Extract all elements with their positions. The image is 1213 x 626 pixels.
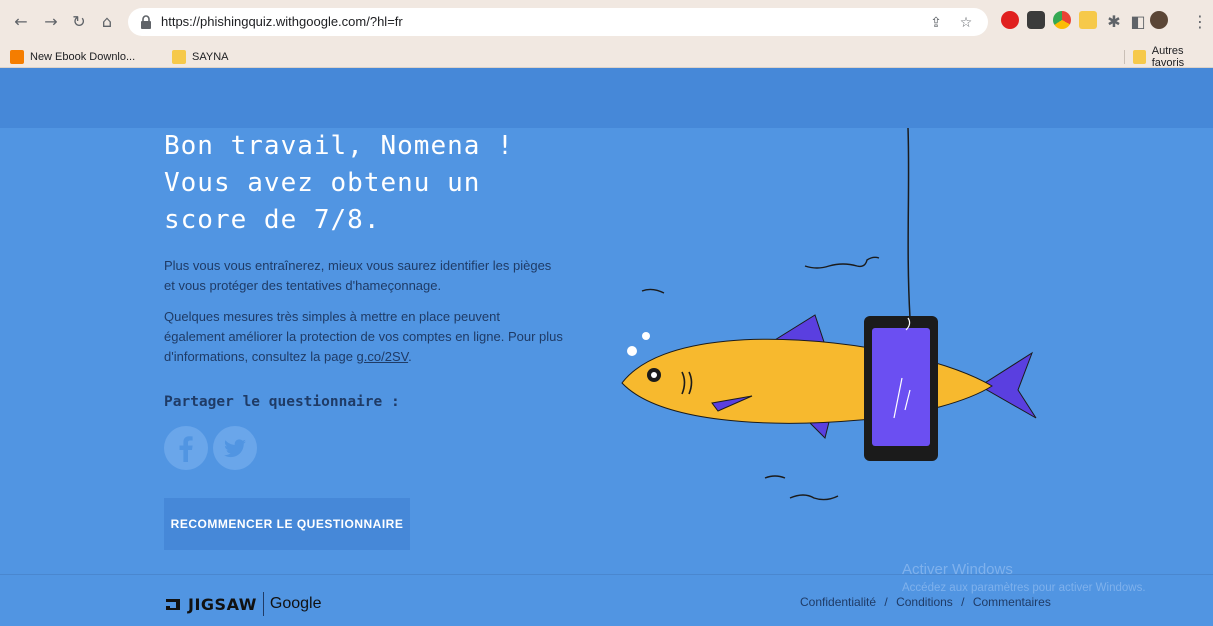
bubble <box>642 332 650 340</box>
logo-separator <box>262 592 264 616</box>
phone-screen <box>872 328 930 446</box>
bookmarks-divider <box>1124 50 1125 64</box>
fish-phone-illustration <box>621 128 1037 501</box>
windows-activation-subtitle: Accédez aux paramètres pour activer Wind… <box>902 582 1146 594</box>
star-icon[interactable]: ☆ <box>958 15 974 31</box>
blogger-icon <box>10 50 24 64</box>
security-paragraph: Quelques mesures très simples à mettre e… <box>164 309 563 364</box>
forward-icon[interactable]: → <box>40 10 62 32</box>
extension-icon[interactable]: ✱ <box>1103 10 1125 32</box>
jigsaw-logo[interactable]: JIGSAW <box>188 595 257 614</box>
page-header-band <box>0 68 1213 128</box>
lock-icon[interactable] <box>140 15 152 29</box>
google-logo[interactable]: Google <box>270 595 322 613</box>
back-icon[interactable]: ← <box>10 10 32 32</box>
windows-activation-title: Activer Windows <box>902 561 1013 578</box>
home-icon[interactable]: ⌂ <box>96 10 118 32</box>
twitter-share-button[interactable] <box>213 426 257 470</box>
url-text[interactable]: https://phishingquiz.withgoogle.com/?hl=… <box>161 14 403 29</box>
bookmark-ebook[interactable]: New Ebook Downlo... <box>10 49 135 65</box>
footer-logos: JIGSAW Google <box>164 592 321 616</box>
folder-icon <box>1133 50 1146 64</box>
profile-avatar[interactable] <box>1150 11 1168 29</box>
menu-icon[interactable]: ⋮ <box>1192 10 1208 32</box>
fish-eye-highlight <box>651 372 657 378</box>
2sv-link[interactable]: g.co/2SV <box>357 349 409 364</box>
facebook-icon <box>179 436 193 462</box>
reload-icon[interactable]: ↻ <box>68 10 90 32</box>
bookmarks-bar: New Ebook Downlo... SAYNA Autres favoris <box>0 45 1213 69</box>
opera-extension-icon[interactable] <box>1001 11 1019 29</box>
result-headline: Bon travail, Nomena ! Vous avez obtenu u… <box>164 131 514 235</box>
twitter-icon <box>224 439 246 458</box>
bookmark-sayna[interactable]: SAYNA <box>172 49 228 65</box>
share-title: Partager le questionnaire : <box>164 394 400 410</box>
bubble <box>627 346 637 356</box>
terms-link[interactable]: Conditions <box>896 595 953 609</box>
feedback-link[interactable]: Commentaires <box>973 595 1051 609</box>
jigsaw-logo-icon <box>166 599 180 610</box>
sidepanel-icon[interactable]: ◧ <box>1127 10 1149 32</box>
facebook-share-button[interactable] <box>164 426 208 470</box>
notes-extension-icon[interactable] <box>1079 11 1097 29</box>
share-icon[interactable]: ⇪ <box>928 15 944 31</box>
color-extension-icon[interactable] <box>1053 11 1071 29</box>
privacy-link[interactable]: Confidentialité <box>800 595 876 609</box>
address-bar[interactable]: https://phishingquiz.withgoogle.com/?hl=… <box>128 8 988 36</box>
spy-extension-icon[interactable] <box>1027 11 1045 29</box>
restart-quiz-button[interactable]: RECOMMENCER LE QUESTIONNAIRE <box>164 498 410 550</box>
footer-divider <box>0 574 1213 575</box>
footer-links: Confidentialité / Conditions / Commentai… <box>800 595 1051 609</box>
fishing-line <box>907 128 911 319</box>
practice-paragraph: Plus vous vous entraînerez, mieux vous s… <box>164 258 552 293</box>
browser-toolbar: ← → ↻ ⌂ https://phishingquiz.withgoogle.… <box>0 0 1213 46</box>
bookmark-other[interactable]: Autres favoris <box>1133 45 1213 69</box>
folder-icon <box>172 50 186 64</box>
